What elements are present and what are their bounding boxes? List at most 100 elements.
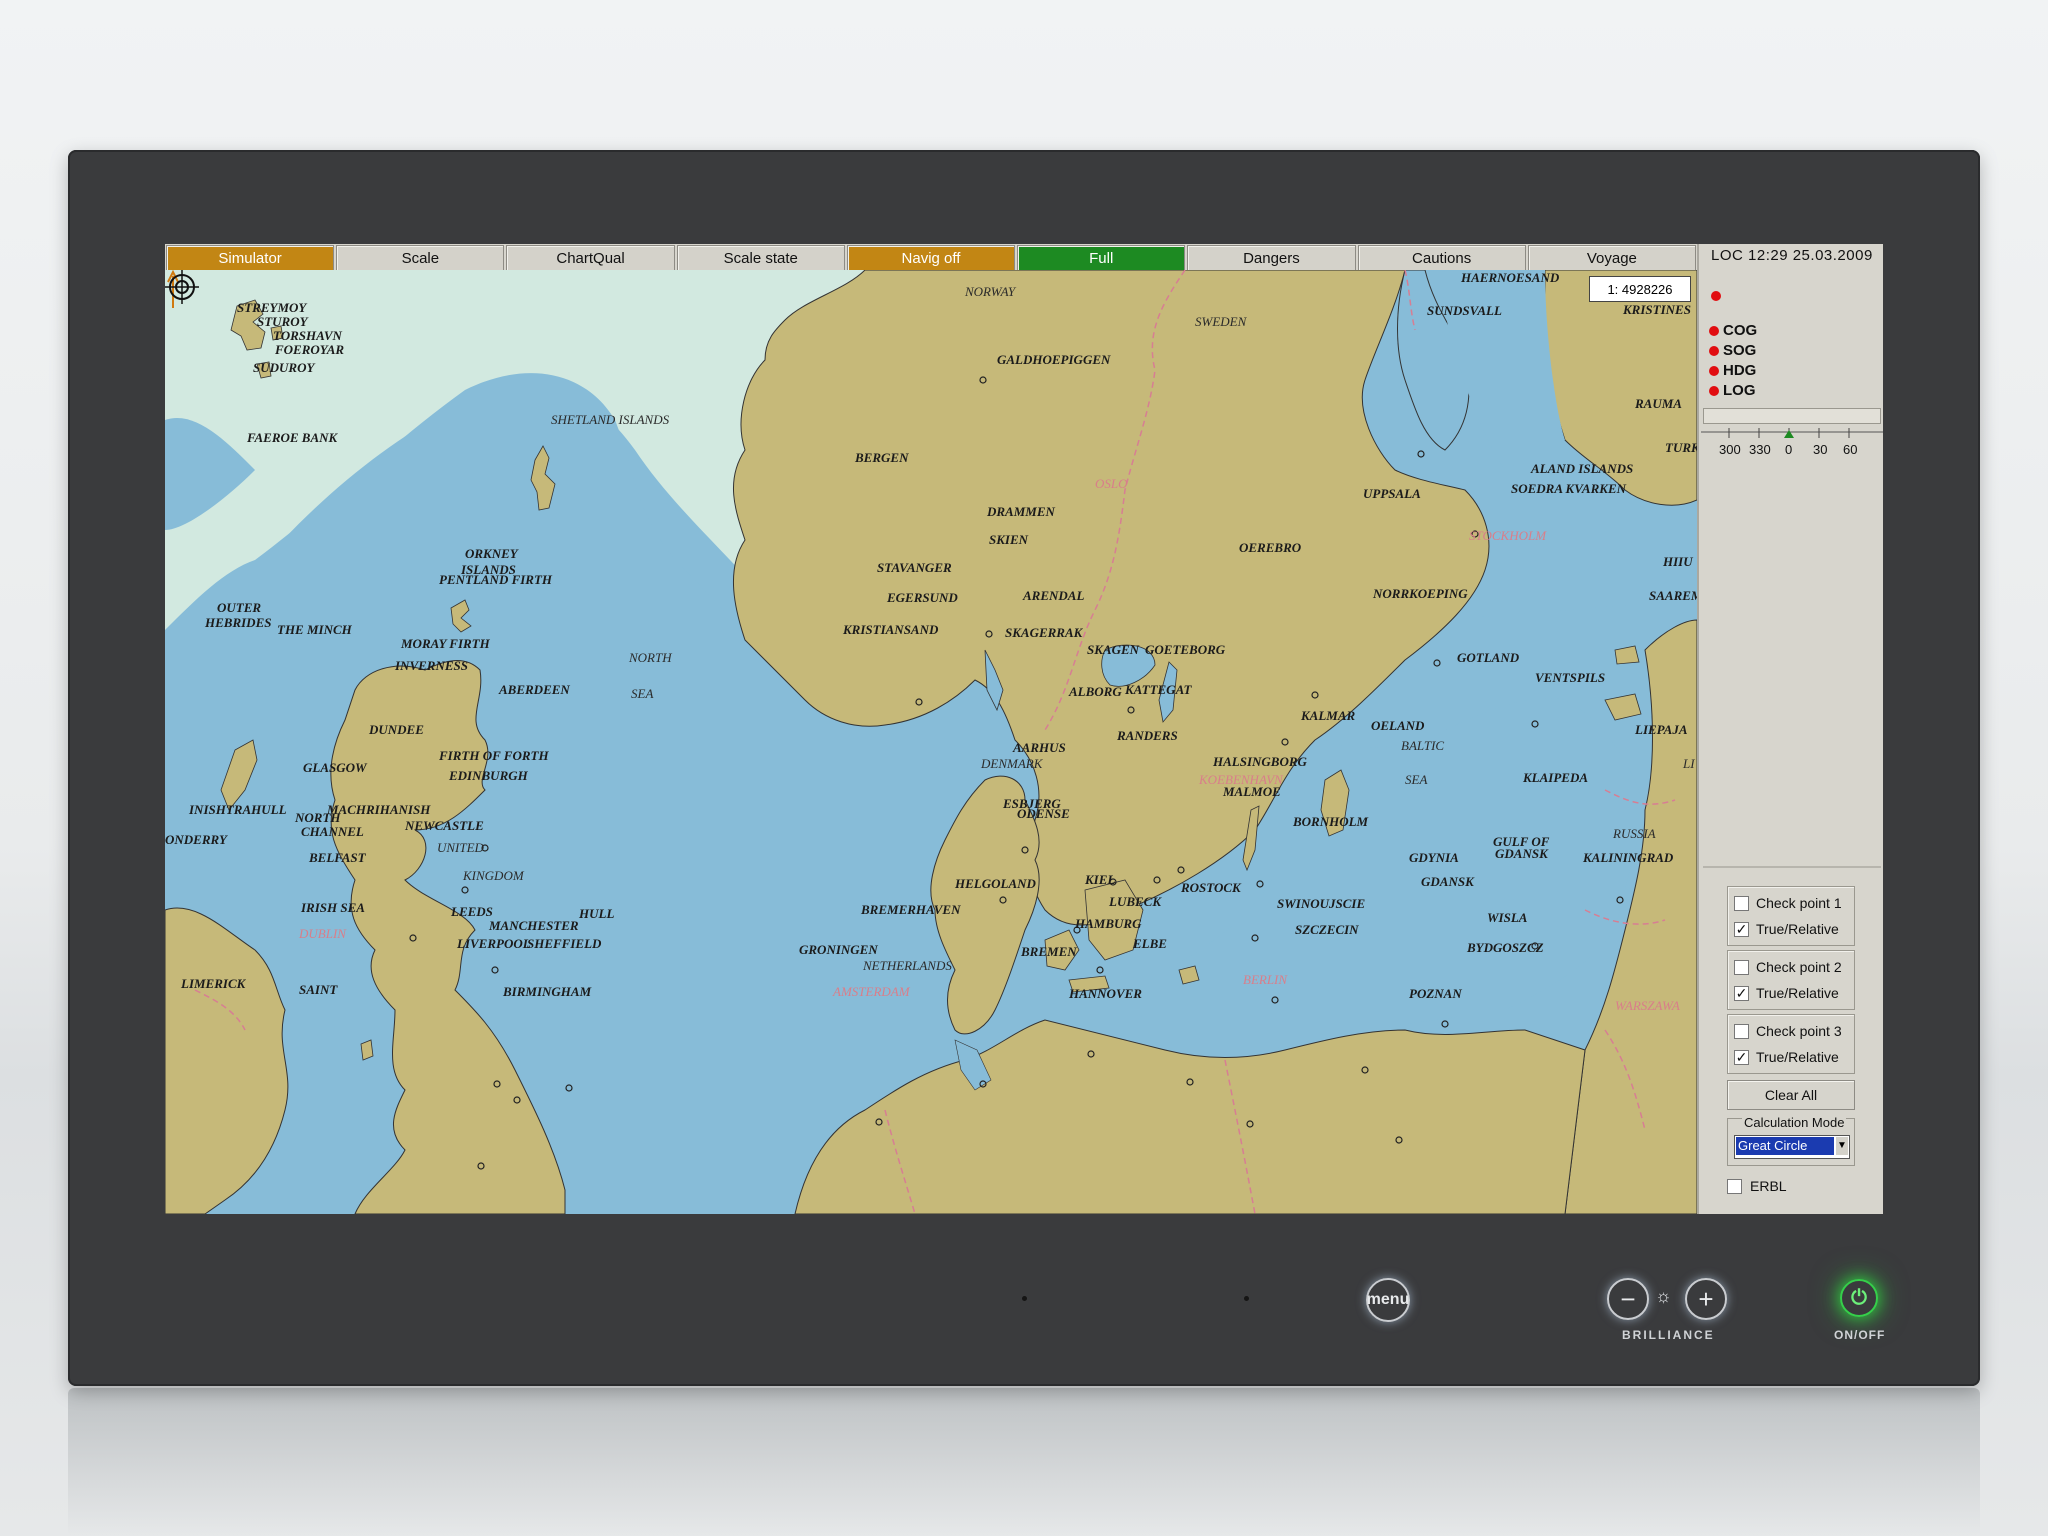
onoff-label: ON/OFF [1834,1328,1886,1342]
checkpoint-1-checkbox[interactable] [1734,895,1749,911]
dangers-button[interactable]: Dangers [1187,245,1356,271]
label-skien: SKIEN [989,532,1029,547]
label-baltic: BALTIC [1401,738,1445,753]
label-alborg: ALBORG [1069,684,1122,699]
label-inishtrahull: INISHTRAHULL [189,802,287,817]
label-wisla: WISLA [1487,910,1528,925]
checkpoint-3-label: Check point 3 [1756,1023,1842,1039]
heading-scale-ticks [1701,428,1883,438]
simulator-button[interactable]: Simulator [166,245,335,271]
alarm-indicator-icon [1711,288,1721,306]
label-oslo: OSLO [1095,476,1128,491]
menu-button[interactable]: menu [1366,1278,1410,1322]
label-malmoe: MALMOE [1223,784,1281,799]
label-turku: TURK [1665,440,1697,455]
nautical-chart[interactable]: HAERNOESAND SUNDSVALL KRISTINES NORWAY S… [165,270,1697,1214]
checkpoint-1-true-relative-checkbox[interactable]: ✓ [1734,921,1749,937]
label-kalmar: KALMAR [1301,708,1356,723]
checkpoint-2-true-relative-label: True/Relative [1756,985,1839,1001]
label-skagerrak: SKAGERRAK [1005,625,1083,640]
label-helgoland: HELGOLAND [955,876,1036,891]
label-saint: SAINT [299,982,338,997]
brilliance-minus-button[interactable]: − [1607,1278,1649,1320]
checkpoint-3-true-relative-checkbox[interactable]: ✓ [1734,1049,1749,1065]
cautions-button[interactable]: Cautions [1357,245,1526,271]
label-berlin: BERLIN [1243,972,1288,987]
label-manchester: MANCHESTER [489,918,579,933]
sog-alarm-icon [1709,345,1719,356]
sensor-panel: LOC 12:29 25.03.2009 COG SOG HDG LOG 300… [1697,244,1883,1214]
label-warszawa: WARSZAWA [1615,998,1680,1013]
label-hamburg: HAMBURG [1075,916,1142,931]
label-bremerhaven: BREMERHAVEN [861,902,961,917]
calculation-mode-select[interactable]: Great Circle ▼ [1734,1135,1850,1159]
erbl-row: ERBL [1727,1178,1787,1194]
label-oerebro: OEREBRO [1239,540,1302,555]
label-hull: HULL [579,906,615,921]
checkpoint-1-label: Check point 1 [1756,895,1842,911]
clear-all-button[interactable]: Clear All [1727,1080,1855,1110]
chart-scale-display[interactable]: 1: 4928226 [1589,276,1691,302]
brilliance-label: BRILLIANCE [1622,1328,1715,1342]
label-limerick: LIMERICK [181,976,246,991]
brightness-icon: ☼ [1655,1286,1672,1306]
label-oeland: OELAND [1371,718,1425,733]
label-pentland: PENTLAND FIRTH [439,572,553,587]
label-rostock: ROSTOCK [1181,880,1241,895]
label-sweden: SWEDEN [1195,314,1247,329]
label-bergen: BERGEN [855,450,909,465]
label-gdansk: GDANSK [1421,874,1474,889]
scale-button[interactable]: Scale [336,245,505,271]
monitor-reflection [68,1388,1980,1536]
navig-off-button[interactable]: Navig off [846,245,1016,271]
full-button[interactable]: Full [1017,245,1186,271]
label-elbe: ELBE [1133,936,1167,951]
heading-scale: 300 330 0 30 60 [1699,424,1883,464]
checkpoint-3-checkbox[interactable] [1734,1023,1749,1039]
erbl-checkbox[interactable] [1727,1178,1742,1194]
label-sea-baltic: SEA [1405,772,1428,787]
label-amsterdam: AMSTERDAM [833,984,910,999]
label-aberdeen: ABERDEEN [499,682,570,697]
label-klaipeda: KLAIPEDA [1523,770,1589,785]
label-stavanger: STAVANGER [877,560,952,575]
local-time-date: LOC 12:29 25.03.2009 [1711,247,1873,264]
own-ship-icon[interactable] [165,270,199,304]
chartqual-button[interactable]: ChartQual [506,245,675,271]
label-li: LI [1683,756,1695,771]
label-randers: RANDERS [1117,728,1178,743]
power-icon: ⏻ [1851,1286,1867,1309]
label-liverpool: LIVERPOOL [457,936,531,951]
brilliance-plus-button[interactable]: + [1685,1278,1727,1320]
heading-tick-300: 300 [1719,442,1741,457]
sensor-sog: SOG [1709,342,1756,359]
panel-divider [1703,866,1881,868]
label-suduroy: SUDUROY [253,360,315,375]
cog-alarm-icon [1709,325,1719,336]
chart-geography [165,270,1697,1214]
isle-of-man [360,1039,374,1061]
label-sea-north: SEA [631,686,654,701]
checkpoint-2-true-relative-checkbox[interactable]: ✓ [1734,985,1749,1001]
plus-icon: + [1698,1284,1714,1314]
power-button[interactable]: ⏻ [1840,1279,1878,1317]
label-sundsvall: SUNDSVALL [1427,303,1502,318]
dropdown-arrow-icon[interactable]: ▼ [1836,1137,1848,1155]
label-gdynia: GDYNIA [1409,850,1459,865]
bezel-sensor-dot-right [1244,1296,1249,1301]
label-londonderry: ONDERRY [165,832,227,847]
label-kingdom: KINGDOM [463,868,524,883]
label-north: NORTH [629,650,672,665]
label-dundee: DUNDEE [369,722,424,737]
checkpoint-2-label: Check point 2 [1756,959,1842,975]
label-russia: RUSSIA [1613,826,1656,841]
label-united: UNITED [437,840,484,855]
scale-state-button[interactable]: Scale state [676,245,845,271]
ecdis-screen: Simulator Scale ChartQual Scale state Na… [165,244,1883,1214]
checkpoint-2-checkbox[interactable] [1734,959,1749,975]
label-skagen: SKAGEN [1087,642,1140,657]
heading-tick-0: 0 [1785,442,1793,457]
checkpoint-1-group: Check point 1 ✓ True/Relative [1727,886,1855,946]
voyage-button[interactable]: Voyage [1527,245,1696,271]
label-arendal: ARENDAL [1023,588,1085,603]
